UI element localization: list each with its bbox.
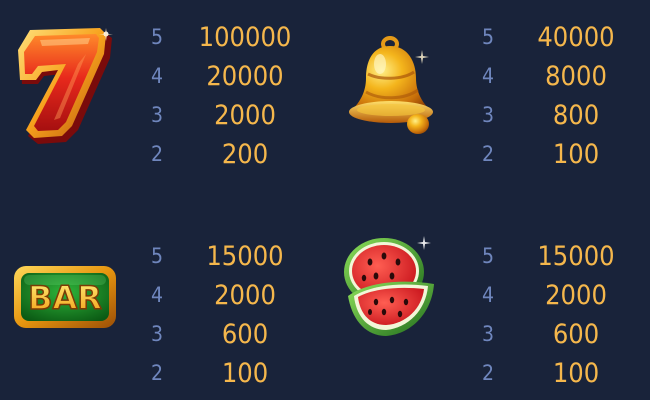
match-count: 4 — [481, 64, 495, 88]
match-count: 2 — [481, 361, 495, 385]
pay-row: 3 600 — [481, 315, 641, 354]
payout-value: 20000 — [206, 61, 284, 92]
match-count: 3 — [481, 322, 495, 346]
match-count: 5 — [481, 25, 495, 49]
bar-icon-label: BAR — [28, 279, 102, 317]
payout-value: 40000 — [537, 22, 615, 53]
match-count: 2 — [150, 361, 164, 385]
pay-row: 5 40000 — [481, 18, 641, 57]
match-count: 4 — [150, 283, 164, 307]
pay-row: 4 2000 — [481, 276, 641, 315]
payout-value: 100 — [552, 139, 600, 170]
payout-value: 100000 — [198, 22, 292, 53]
match-count: 3 — [150, 103, 164, 127]
watermelon-icon — [336, 226, 448, 344]
match-count: 5 — [481, 244, 495, 268]
pay-row: 2 100 — [481, 354, 641, 393]
seven-icon — [8, 24, 118, 152]
match-count: 3 — [481, 103, 495, 127]
pay-row: 5 100000 — [150, 18, 310, 57]
pay-row: 3 600 — [150, 315, 310, 354]
pay-row: 5 15000 — [481, 237, 641, 276]
pay-row: 5 15000 — [150, 237, 310, 276]
pay-row: 2 100 — [481, 135, 641, 174]
pay-row: 3 2000 — [150, 96, 310, 135]
payout-value: 200 — [221, 139, 269, 170]
paytable-bell: 5 40000 4 8000 3 800 2 100 — [481, 18, 641, 174]
payout-value: 100 — [221, 358, 269, 389]
match-count: 4 — [150, 64, 164, 88]
match-count: 2 — [481, 142, 495, 166]
bar-icon: BAR — [10, 262, 120, 332]
bell-icon — [338, 32, 448, 142]
match-count: 5 — [150, 25, 164, 49]
payout-value: 600 — [552, 319, 600, 350]
pay-row: 2 100 — [150, 354, 310, 393]
match-count: 2 — [150, 142, 164, 166]
payout-value: 2000 — [545, 280, 607, 311]
match-count: 5 — [150, 244, 164, 268]
pay-row: 4 20000 — [150, 57, 310, 96]
pay-row: 4 8000 — [481, 57, 641, 96]
paytable-seven: 5 100000 4 20000 3 2000 2 200 — [150, 18, 310, 174]
payout-value: 800 — [552, 100, 600, 131]
payout-value: 8000 — [545, 61, 607, 92]
paytable-bar: 5 15000 4 2000 3 600 2 100 — [150, 237, 310, 393]
payout-value: 100 — [552, 358, 600, 389]
payout-value: 15000 — [537, 241, 615, 272]
payout-value: 2000 — [214, 100, 276, 131]
payout-value: 2000 — [214, 280, 276, 311]
match-count: 4 — [481, 283, 495, 307]
pay-row: 2 200 — [150, 135, 310, 174]
match-count: 3 — [150, 322, 164, 346]
payout-value: 15000 — [206, 241, 284, 272]
pay-row: 4 2000 — [150, 276, 310, 315]
paytable-watermelon: 5 15000 4 2000 3 600 2 100 — [481, 237, 641, 393]
payout-value: 600 — [221, 319, 269, 350]
pay-row: 3 800 — [481, 96, 641, 135]
